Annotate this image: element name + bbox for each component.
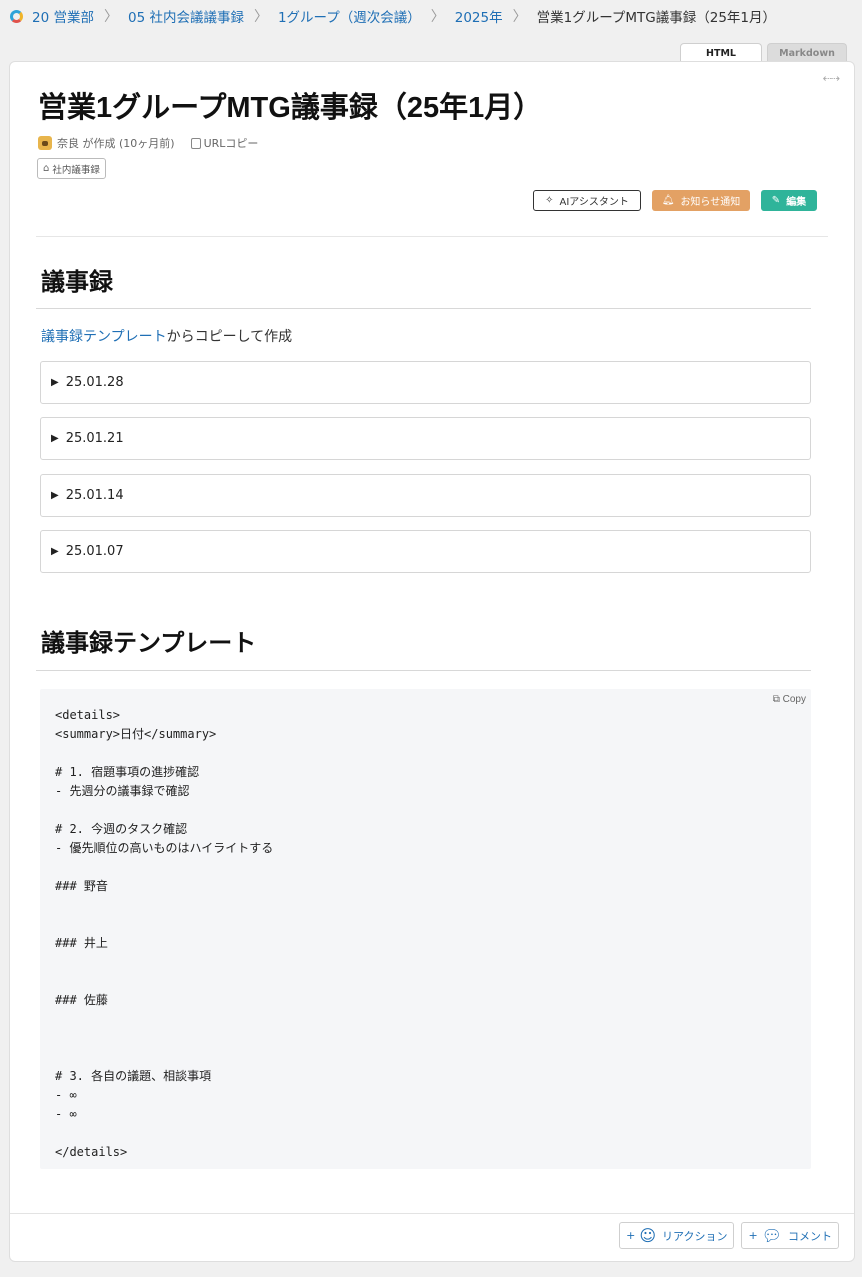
section-heading-template: 議事録テンプレート <box>41 629 257 657</box>
copy-code-label: Copy <box>782 694 806 705</box>
notify-label: お知らせ通知 <box>680 197 741 208</box>
smiley-icon: ☺ <box>639 1226 657 1245</box>
breadcrumb-item-internal-minutes[interactable]: 05 社内会議議事録 <box>128 6 244 26</box>
tag-icon: ⌂ <box>43 163 50 174</box>
ai-assistant-label: AIアシスタント <box>559 197 629 208</box>
details-date: 25.01.21 <box>65 431 124 446</box>
divider <box>10 1213 854 1214</box>
triangle-right-icon: ▶ <box>51 490 59 501</box>
reaction-label: リアクション <box>662 1229 728 1243</box>
details-summary[interactable]: ▶ 25.01.28 <box>40 361 811 404</box>
speech-bubbles-icon: 💬︎ <box>761 1226 782 1245</box>
divider <box>36 670 811 671</box>
divider <box>36 236 828 237</box>
comment-label: コメント <box>788 1229 832 1243</box>
details-summary[interactable]: ▶ 25.01.14 <box>40 474 811 517</box>
tab-html[interactable]: HTML <box>680 43 762 63</box>
chevron-right-icon: 〉 <box>430 9 445 25</box>
chevron-right-icon: 〉 <box>512 9 527 25</box>
chevron-right-icon: 〉 <box>103 9 118 25</box>
reaction-bar: + ☺ リアクション + 💬︎ コメント <box>619 1222 839 1249</box>
sparkle-icon: ✧ <box>545 195 554 206</box>
section-heading-minutes: 議事録 <box>41 268 113 296</box>
avatar[interactable] <box>38 136 52 150</box>
ai-assistant-button[interactable]: ✧ AIアシスタント <box>533 190 641 211</box>
tag-badge[interactable]: ⌂ 社内議事録 <box>37 158 106 179</box>
details-date: 25.01.28 <box>65 375 124 390</box>
copy-icon <box>190 137 201 149</box>
triangle-right-icon: ▶ <box>51 433 59 444</box>
pencil-icon: ✎ <box>771 195 781 206</box>
details-date: 25.01.14 <box>65 488 124 503</box>
breadcrumb-current: 営業1グループMTG議事録（25年1月） <box>536 10 777 26</box>
code-block: ⧉ Copy <details> <summary>日付</summary> # … <box>40 689 811 1169</box>
intro-text: 議事録テンプレートからコピーして作成 <box>41 326 292 346</box>
breadcrumb-item-2025[interactable]: 2025年 <box>455 6 503 26</box>
add-reaction-button[interactable]: + ☺ リアクション <box>619 1222 735 1249</box>
code-content: <details> <summary>日付</summary> # 1. 宿題事… <box>55 708 274 1159</box>
edit-label: 編集 <box>786 197 807 208</box>
breadcrumb: 20 営業部 〉 05 社内会議議事録 〉 1グループ（週次会議） 〉 2025… <box>10 6 776 26</box>
notify-button[interactable]: 🔔︎ お知らせ通知 <box>652 190 750 211</box>
author-line: 奈良 が作成 (10ヶ月前) <box>57 137 175 150</box>
chevron-right-icon: 〉 <box>253 9 268 25</box>
edit-button[interactable]: ✎ 編集 <box>761 190 817 211</box>
app-logo-icon[interactable] <box>10 9 23 23</box>
breadcrumb-item-group1[interactable]: 1グループ（週次会議） <box>278 6 421 26</box>
details-summary[interactable]: ▶ 25.01.21 <box>40 417 811 460</box>
intro-rest: からコピーして作成 <box>166 329 293 345</box>
breadcrumb-item-sales-dept[interactable]: 20 営業部 <box>32 6 94 26</box>
tab-markdown[interactable]: Markdown <box>767 43 847 62</box>
triangle-right-icon: ▶ <box>51 546 59 557</box>
bell-icon: 🔔︎ <box>661 195 675 206</box>
page-title: 営業1グループMTG議事録（25年1月） <box>38 92 543 124</box>
copy-url-button[interactable]: URLコピー <box>190 135 259 151</box>
add-comment-button[interactable]: + 💬︎ コメント <box>741 1222 839 1249</box>
page-card: ⇠⇢ 営業1グループMTG議事録（25年1月） 奈良 が作成 (10ヶ月前) U… <box>9 61 855 1262</box>
template-link[interactable]: 議事録テンプレート <box>41 329 167 345</box>
view-tabs: HTML Markdown <box>680 43 847 63</box>
details-date: 25.01.07 <box>65 544 124 559</box>
divider <box>36 308 811 309</box>
copy-url-label: URLコピー <box>203 137 259 150</box>
page-meta: 奈良 が作成 (10ヶ月前) URLコピー <box>38 135 258 151</box>
plus-icon: + <box>748 1229 758 1242</box>
expand-width-icon[interactable]: ⇠⇢ <box>823 72 840 85</box>
details-summary[interactable]: ▶ 25.01.07 <box>40 530 811 573</box>
plus-icon: + <box>626 1229 636 1242</box>
tag-label: 社内議事録 <box>52 164 100 176</box>
triangle-right-icon: ▶ <box>51 377 59 388</box>
action-buttons: ✧ AIアシスタント 🔔︎ お知らせ通知 ✎ 編集 <box>533 190 817 211</box>
copy-code-button[interactable]: ⧉ Copy <box>773 694 806 706</box>
